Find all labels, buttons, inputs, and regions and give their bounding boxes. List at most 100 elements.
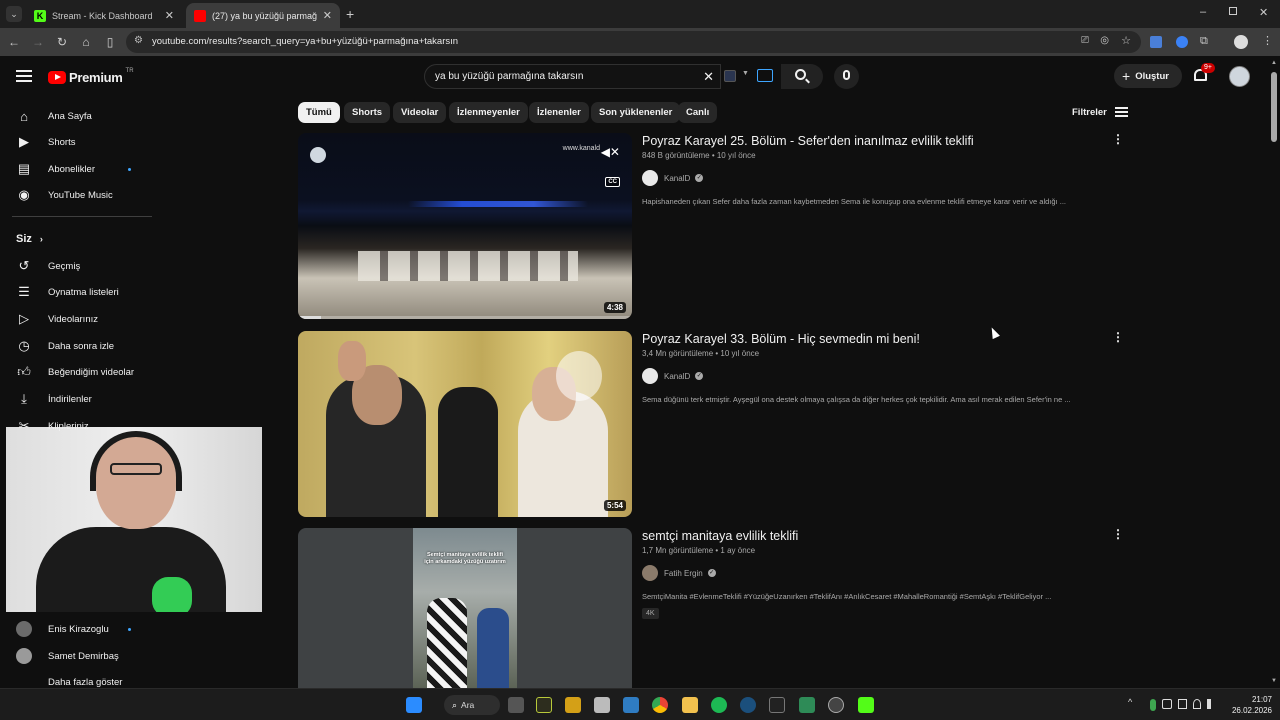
extension-icon[interactable]	[1176, 36, 1188, 48]
sidebar-item-you-5[interactable]: ⤓ İndirilenler	[0, 386, 160, 412]
wifi-icon[interactable]	[1193, 699, 1202, 709]
start-windows-icon[interactable]	[406, 697, 422, 713]
video-thumbnail-2[interactable]: 5:54	[298, 331, 632, 517]
search-button[interactable]	[781, 64, 823, 89]
sidebar-item-3[interactable]: ◉ YouTube Music	[0, 182, 160, 208]
filter-chip[interactable]: Shorts	[344, 102, 391, 123]
close-tab-icon[interactable]: ✕	[165, 9, 174, 22]
display-icon[interactable]	[1177, 699, 1188, 709]
spotify-icon[interactable]	[711, 697, 727, 713]
video-thumbnail-3[interactable]: Semtçi manitaya evlilik teklifi için ark…	[298, 528, 632, 688]
transliteration-icon[interactable]	[724, 70, 736, 82]
app-icon[interactable]	[799, 697, 815, 713]
task-view-icon[interactable]	[508, 697, 524, 713]
filter-chip[interactable]: Videolar	[393, 102, 447, 123]
clear-search-icon[interactable]: ✕	[703, 69, 714, 85]
back-icon[interactable]: ←	[6, 34, 22, 50]
sidebar-item-1[interactable]: ▶ Shorts	[0, 129, 160, 155]
video-title-1[interactable]: Poyraz Karayel 25. Bölüm - Sefer'den ina…	[642, 134, 974, 148]
filter-chip[interactable]: İzlenmeyenler	[449, 102, 528, 123]
new-tab-icon[interactable]: +	[346, 6, 354, 22]
address-bar[interactable]: ⚙ youtube.com/results?search_query=ya+bu…	[126, 31, 1141, 53]
kick-icon[interactable]	[858, 697, 874, 713]
keyboard-icon[interactable]	[1162, 699, 1172, 709]
close-tab-icon[interactable]: ✕	[323, 9, 332, 22]
close-window-icon[interactable]: ✕	[1259, 6, 1268, 19]
split-view-icon[interactable]: ▯	[102, 34, 118, 50]
cc-button[interactable]: CC	[605, 177, 620, 187]
browser-menu-icon[interactable]: ⋮	[1262, 34, 1273, 47]
sidebar-item-you-2[interactable]: ▷ Videolarınız	[0, 306, 160, 332]
volume-icon[interactable]	[1207, 699, 1216, 709]
filter-chip[interactable]: Tümü	[298, 102, 340, 123]
reload-icon[interactable]: ↻	[54, 34, 70, 50]
scrollbar-thumb[interactable]	[1271, 72, 1277, 142]
more-actions-icon[interactable]: ⋮	[1112, 330, 1124, 344]
subscription-item[interactable]: Samet Demirbaş	[0, 643, 160, 669]
scroll-up-arrow[interactable]: ▲	[1271, 60, 1277, 66]
sidebar-item-you-3[interactable]: ◷ Daha sonra izle	[0, 333, 160, 359]
forward-icon[interactable]: →	[30, 34, 46, 50]
tab-kick-dashboard[interactable]: K Stream - Kick Dashboard ✕	[26, 3, 182, 28]
notifications-button[interactable]: 9+	[1192, 63, 1215, 86]
terminal-icon[interactable]	[769, 697, 785, 713]
filter-chip[interactable]: Canlı	[678, 102, 718, 123]
menu-icon[interactable]	[16, 70, 32, 82]
subscription-item[interactable]: Enis Kirazoglu	[0, 616, 160, 642]
eye-slash-icon[interactable]: ◎	[1100, 35, 1109, 46]
chrome-icon[interactable]	[652, 697, 668, 713]
site-info-icon[interactable]: ⚙	[134, 35, 143, 46]
keyboard-icon[interactable]	[757, 69, 773, 82]
mute-icon[interactable]: ◀✕	[601, 145, 620, 159]
steam-icon[interactable]	[740, 697, 756, 713]
sidebar-item-you-1[interactable]: ☰ Oynatma listeleri	[0, 279, 160, 305]
home-icon[interactable]: ⌂	[78, 34, 94, 50]
youtube-premium-logo[interactable]: Premium TR	[48, 68, 134, 85]
tray-chevron-icon[interactable]: ^	[1128, 697, 1132, 707]
minimize-icon[interactable]: –	[1200, 6, 1206, 18]
sidebar-item-you-6[interactable]: ✂ Klipleriniz	[0, 413, 160, 439]
sidebar-item-you-4[interactable]: 👍︎ Beğendiğim videolar	[0, 359, 160, 385]
sidebar-you-header[interactable]: Siz ›	[16, 233, 43, 245]
create-button[interactable]: + Oluştur	[1114, 64, 1182, 88]
more-actions-icon[interactable]: ⋮	[1112, 132, 1124, 146]
app-icon[interactable]	[565, 697, 581, 713]
channel-3[interactable]: Fatih Ergin ✓	[642, 565, 716, 581]
more-actions-icon[interactable]: ⋮	[1112, 527, 1124, 541]
video-thumbnail-1[interactable]: www.kanald ◀✕ CC 4:38	[298, 133, 632, 319]
taskbar-search[interactable]: ⌕ Ara	[444, 695, 500, 715]
profile-avatar[interactable]	[1234, 35, 1248, 49]
sidebar-item-0[interactable]: ⌂ Ana Sayfa	[0, 103, 160, 129]
filter-chip[interactable]: Son yüklenenler	[591, 102, 681, 123]
app-icon[interactable]	[594, 697, 610, 713]
bookmark-star-icon[interactable]: ☆	[1121, 34, 1131, 47]
clock[interactable]: 21:07 26.02.2026	[1224, 694, 1272, 716]
file-explorer-icon[interactable]	[682, 697, 698, 713]
extension-icon[interactable]	[1150, 36, 1162, 48]
app-icon[interactable]	[623, 697, 639, 713]
voice-search-button[interactable]	[834, 64, 859, 89]
tab-search-button[interactable]: ⌄	[6, 6, 22, 22]
search-input[interactable]: ya bu yüzüğü parmağına takarsın	[435, 71, 583, 82]
filters-button[interactable]: Filtreler	[1072, 104, 1128, 120]
extensions-puzzle-icon[interactable]: ⧉	[1200, 35, 1208, 48]
account-avatar[interactable]	[1229, 66, 1250, 87]
app-icon[interactable]	[828, 697, 844, 713]
app-icon[interactable]	[536, 697, 552, 713]
page-scrollbar[interactable]: ▲ ▼	[1270, 60, 1278, 684]
sidebar-item-2[interactable]: ▤ Abonelikler	[0, 156, 160, 182]
restore-icon[interactable]	[1229, 7, 1237, 15]
microphone-icon[interactable]	[1150, 699, 1157, 711]
install-app-icon[interactable]: ⎚	[1081, 35, 1089, 46]
filter-chip[interactable]: İzlenenler	[529, 102, 589, 123]
chevron-down-icon[interactable]: ▼	[742, 70, 749, 77]
sidebar-item-you-0[interactable]: ↺ Geçmiş	[0, 253, 160, 279]
tab-youtube-search[interactable]: (27) ya bu yüzüğü parmağına ta ✕	[186, 3, 340, 28]
channel-2[interactable]: KanalD ✓	[642, 368, 704, 384]
video-title-3[interactable]: semtçi manitaya evlilik teklifi	[642, 529, 798, 543]
channel-1[interactable]: KanalD ✓	[642, 170, 704, 186]
tray-icons[interactable]	[1150, 699, 1216, 711]
video-title-2[interactable]: Poyraz Karayel 33. Bölüm - Hiç sevmedin …	[642, 332, 920, 346]
scroll-down-arrow[interactable]: ▼	[1271, 678, 1277, 684]
search-box[interactable]: ya bu yüzüğü parmağına takarsın ✕	[424, 64, 721, 89]
